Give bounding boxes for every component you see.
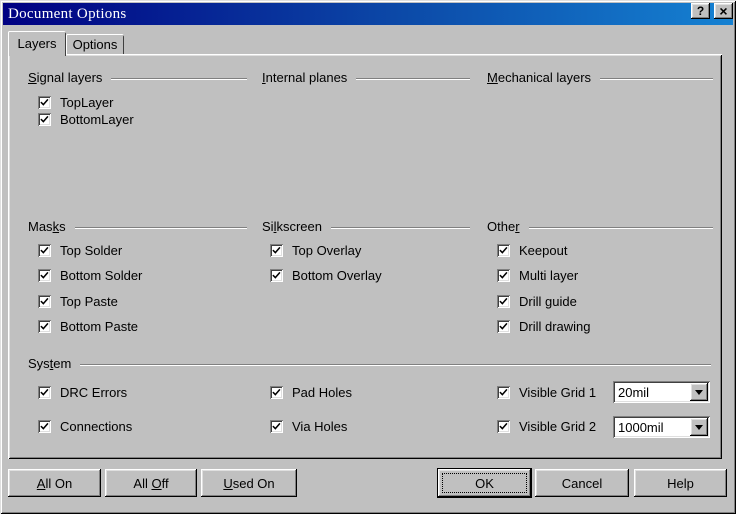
divider: [600, 78, 713, 80]
chevron-down-icon: [695, 390, 703, 395]
checkbox[interactable]: [38, 386, 51, 399]
checkbox[interactable]: [38, 113, 51, 126]
divider: [529, 227, 713, 229]
checkbox-drill-drawing[interactable]: Drill drawing: [497, 319, 591, 334]
help-titlebar-button[interactable]: ?: [691, 3, 710, 19]
cancel-button[interactable]: Cancel: [535, 469, 629, 497]
check-icon: [40, 271, 49, 280]
checkbox[interactable]: [497, 244, 510, 257]
checkbox-connections[interactable]: Connections: [38, 419, 132, 434]
check-icon: [499, 322, 508, 331]
tab-layers-label: Layers: [17, 36, 56, 51]
focus-rect: [442, 473, 527, 493]
used-on-button[interactable]: Used On: [201, 469, 297, 497]
header-silkscreen: Silkscreen: [262, 219, 470, 233]
checkbox[interactable]: [497, 420, 510, 433]
header-other: Other: [487, 219, 713, 233]
header-masks: Masks: [28, 219, 247, 233]
check-icon: [272, 246, 281, 255]
check-icon: [40, 115, 49, 124]
checkbox-pad-holes[interactable]: Pad Holes: [270, 385, 352, 400]
checkbox[interactable]: [38, 269, 51, 282]
checkbox-bottomlayer[interactable]: BottomLayer: [38, 112, 134, 127]
check-icon: [40, 422, 49, 431]
checkbox-top-overlay[interactable]: Top Overlay: [270, 243, 361, 258]
combo-visible-grid-1[interactable]: 20mil: [613, 381, 710, 403]
all-off-button[interactable]: All Off: [105, 469, 197, 497]
header-internal-planes: Internal planes: [262, 70, 470, 84]
checkbox-multi-layer[interactable]: Multi layer: [497, 268, 578, 283]
check-icon: [499, 297, 508, 306]
checkbox[interactable]: [270, 244, 283, 257]
combo-visible-grid-2[interactable]: 1000mil: [613, 416, 710, 438]
checkbox[interactable]: [38, 420, 51, 433]
tab-options-label: Options: [73, 37, 118, 52]
ok-button[interactable]: OK: [438, 469, 531, 497]
checkbox-visible-grid-1[interactable]: Visible Grid 1: [497, 385, 596, 400]
close-button[interactable]: ×: [714, 3, 733, 19]
header-signal-layers: Signal layers: [28, 70, 247, 84]
layers-tab-panel: Signal layers Internal planes Mechanical…: [8, 54, 722, 459]
check-icon: [40, 98, 49, 107]
checkbox-top-paste[interactable]: Top Paste: [38, 294, 118, 309]
checkbox[interactable]: [38, 320, 51, 333]
window-title: Document Options: [8, 6, 127, 23]
checkbox[interactable]: [270, 386, 283, 399]
tab-layers[interactable]: Layers: [8, 31, 66, 56]
check-icon: [272, 422, 281, 431]
checkbox-drc-errors[interactable]: DRC Errors: [38, 385, 127, 400]
divider: [331, 227, 470, 229]
titlebar[interactable]: Document Options: [3, 3, 733, 25]
help-icon: ?: [697, 5, 704, 17]
checkbox-via-holes[interactable]: Via Holes: [270, 419, 347, 434]
combo-value: 1000mil: [618, 420, 664, 435]
dropdown-button[interactable]: [690, 383, 708, 401]
checkbox[interactable]: [270, 269, 283, 282]
chevron-down-icon: [695, 425, 703, 430]
checkbox-toplayer[interactable]: TopLayer: [38, 95, 113, 110]
check-icon: [40, 388, 49, 397]
checkbox[interactable]: [38, 244, 51, 257]
check-icon: [499, 388, 508, 397]
checkbox[interactable]: [38, 295, 51, 308]
header-system: System: [28, 356, 711, 370]
checkbox[interactable]: [497, 320, 510, 333]
check-icon: [272, 271, 281, 280]
help-button[interactable]: Help: [634, 469, 727, 497]
divider: [111, 78, 247, 80]
checkbox-bottom-overlay[interactable]: Bottom Overlay: [270, 268, 382, 283]
checkbox-bottom-solder[interactable]: Bottom Solder: [38, 268, 142, 283]
checkbox-keepout[interactable]: Keepout: [497, 243, 567, 258]
divider: [75, 227, 247, 229]
close-icon: ×: [719, 4, 727, 18]
check-icon: [499, 422, 508, 431]
checkbox-top-solder[interactable]: Top Solder: [38, 243, 122, 258]
tab-options[interactable]: Options: [66, 34, 124, 54]
checkbox-drill-guide[interactable]: Drill guide: [497, 294, 577, 309]
checkbox[interactable]: [497, 269, 510, 282]
combo-value: 20mil: [618, 385, 649, 400]
document-options-dialog: Document Options ? × Layers Options Sign…: [0, 0, 736, 514]
check-icon: [40, 246, 49, 255]
check-icon: [40, 297, 49, 306]
checkbox[interactable]: [270, 420, 283, 433]
check-icon: [499, 246, 508, 255]
checkbox[interactable]: [497, 386, 510, 399]
check-icon: [272, 388, 281, 397]
divider: [80, 364, 711, 366]
dropdown-button[interactable]: [690, 418, 708, 436]
checkbox[interactable]: [497, 295, 510, 308]
checkbox-bottom-paste[interactable]: Bottom Paste: [38, 319, 138, 334]
check-icon: [40, 322, 49, 331]
checkbox-visible-grid-2[interactable]: Visible Grid 2: [497, 419, 596, 434]
check-icon: [499, 271, 508, 280]
all-on-button[interactable]: All On: [8, 469, 101, 497]
divider: [356, 78, 470, 80]
checkbox[interactable]: [38, 96, 51, 109]
header-mechanical-layers: Mechanical layers: [487, 70, 713, 84]
